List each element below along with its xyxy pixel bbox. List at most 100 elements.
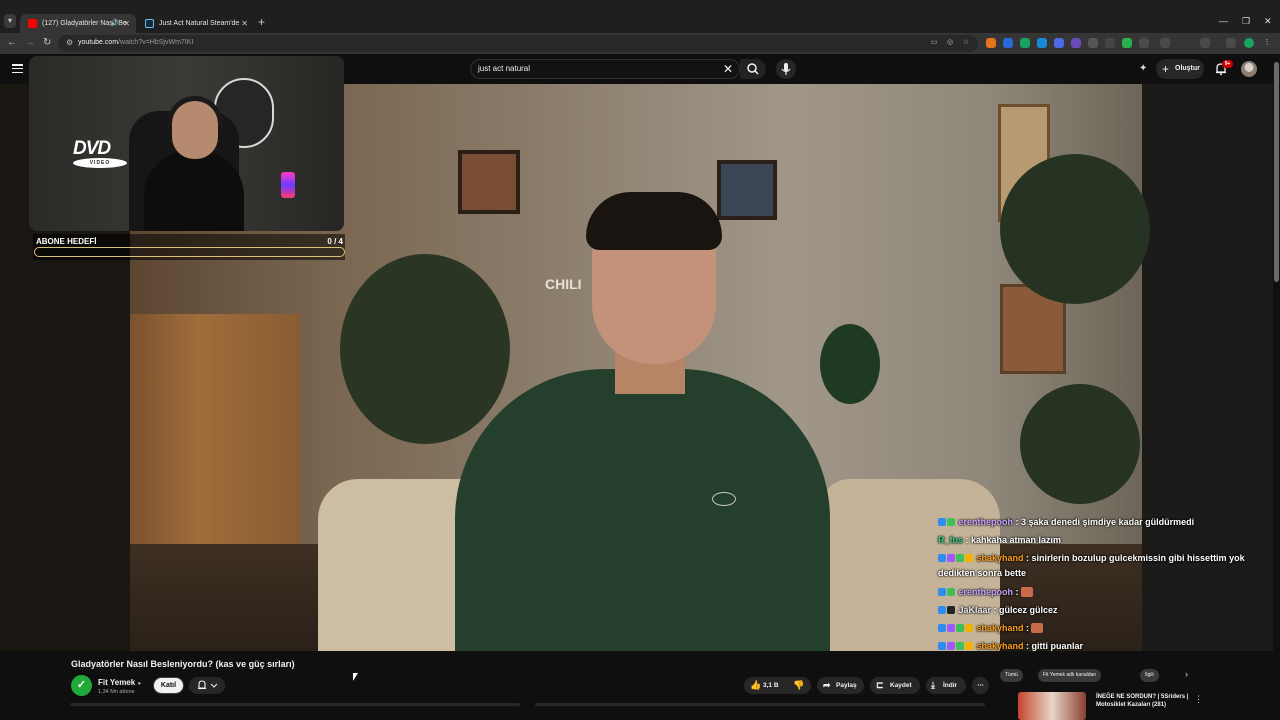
like-count[interactable]: 3,1 B bbox=[763, 677, 779, 694]
window-close-button[interactable]: ✕ bbox=[1264, 14, 1272, 28]
create-button[interactable]: + Oluştur bbox=[1156, 59, 1204, 79]
person-shirt bbox=[455, 369, 830, 651]
goal-progress-bar bbox=[34, 247, 345, 257]
extension-dark-icon[interactable] bbox=[1105, 38, 1115, 48]
tab-search-icon[interactable]: ▾ bbox=[4, 14, 16, 28]
chat-text: : 3 şaka denedi şimdiye kadar güldürmedi bbox=[1013, 517, 1195, 527]
clear-search-icon[interactable]: ✕ bbox=[723, 61, 733, 77]
chat-badge-icon bbox=[938, 518, 946, 526]
theater-mask-icon[interactable]: ✦ bbox=[1139, 63, 1147, 74]
extensions-menu-icon[interactable] bbox=[1200, 38, 1210, 48]
chevron-right-icon[interactable]: › bbox=[1185, 669, 1188, 679]
extension-audio-icon[interactable] bbox=[1003, 38, 1013, 48]
sidebar-icon[interactable] bbox=[1226, 38, 1236, 48]
download-icon: ⤓ bbox=[931, 680, 935, 690]
create-label: Oluştur bbox=[1175, 65, 1200, 72]
chat-badge-icon bbox=[947, 624, 955, 632]
extension-pen-icon[interactable] bbox=[1088, 38, 1098, 48]
save-button[interactable]: ⊏ Kaydet bbox=[870, 677, 920, 694]
chat-message: erenthepooh : 3 şaka denedi şimdiye kada… bbox=[938, 513, 1272, 531]
scrollbar-thumb[interactable] bbox=[1274, 62, 1279, 282]
browser-tab-strip: ▾ (127) Gladyatörler Nasıl Be 🔊 ✕ Just A… bbox=[0, 0, 1280, 33]
site-info-icon[interactable]: ⚙ bbox=[66, 38, 73, 47]
tab-steam[interactable]: Just Act Natural Steam'de ✕ bbox=[137, 14, 254, 33]
tab-close-icon[interactable]: ✕ bbox=[123, 14, 130, 33]
recommended-thumbnail[interactable] bbox=[1018, 692, 1086, 720]
chip-related[interactable]: İlgili bbox=[1140, 669, 1159, 682]
plus-icon: + bbox=[1162, 62, 1170, 76]
recommended-title[interactable]: İNEĞE NE SORDUN? | 5Sriders | Motosiklet… bbox=[1096, 693, 1206, 709]
extension-puzzle-icon[interactable] bbox=[1160, 38, 1170, 48]
chat-username: shakyhand bbox=[974, 623, 1024, 633]
chat-username: JaKlaar bbox=[956, 605, 992, 615]
search-input[interactable]: just act natural ✕ bbox=[470, 59, 740, 79]
search-value: just act natural bbox=[478, 64, 531, 73]
account-avatar[interactable] bbox=[1241, 61, 1257, 77]
download-button[interactable]: ⤓ İndir bbox=[926, 677, 966, 694]
notification-count-badge: 9+ bbox=[1222, 60, 1233, 68]
extension-g-icon[interactable] bbox=[1020, 38, 1030, 48]
tab-title: Just Act Natural Steam'de bbox=[159, 20, 240, 27]
channel-name[interactable]: Fit Yemek ● bbox=[98, 678, 141, 687]
forward-button[interactable]: → bbox=[25, 37, 35, 49]
tab-close-icon[interactable]: ✕ bbox=[241, 14, 248, 33]
voice-search-button[interactable] bbox=[776, 59, 796, 79]
chip-all[interactable]: Tümü bbox=[1000, 669, 1023, 682]
chat-text: : bbox=[1023, 623, 1030, 633]
profile-icon[interactable] bbox=[1244, 38, 1254, 48]
menu-icon[interactable] bbox=[12, 64, 23, 74]
chat-text: : gitti puanlar bbox=[1023, 641, 1084, 651]
steam-favicon-icon bbox=[145, 19, 154, 28]
extension-green-icon[interactable] bbox=[1122, 38, 1132, 48]
extension-translate-icon[interactable] bbox=[1037, 38, 1047, 48]
chat-text: : kahkaha atman lazım bbox=[963, 535, 1062, 545]
restore-button[interactable]: ❐ bbox=[1242, 14, 1250, 28]
browser-menu-icon[interactable]: ⋮ bbox=[1262, 38, 1272, 48]
like-dislike-group: 👍 3,1 B 👎 bbox=[744, 677, 811, 694]
eye-off-icon[interactable]: ◎ bbox=[945, 38, 955, 48]
recommendation-filter-chips: Tümü Fit Yemek adlı kanaldan İlgili › bbox=[1000, 667, 1200, 687]
speaker-icon[interactable]: 🔊 bbox=[110, 14, 119, 33]
channel-avatar[interactable]: ✓ bbox=[71, 675, 92, 696]
chat-emote-icon bbox=[1031, 623, 1044, 633]
chat-username: R_fus bbox=[938, 535, 964, 545]
wall-sign: CHILI bbox=[545, 276, 582, 292]
chat-badge-icon bbox=[956, 642, 964, 650]
bookmark-star-icon[interactable]: ☆ bbox=[961, 38, 971, 48]
extension-c-icon[interactable] bbox=[986, 38, 996, 48]
tab-youtube[interactable]: (127) Gladyatörler Nasıl Be 🔊 ✕ bbox=[20, 14, 136, 33]
back-button[interactable]: ← bbox=[7, 37, 17, 49]
chat-message: shakyhand : bbox=[938, 619, 1272, 637]
youtube-favicon-icon bbox=[28, 19, 37, 28]
extension-info-icon[interactable] bbox=[1139, 38, 1149, 48]
join-button[interactable]: Katıl bbox=[153, 677, 184, 694]
bookmark-icon: ⊏ bbox=[876, 680, 884, 690]
chat-text: : bbox=[1013, 587, 1019, 597]
chat-username: shakyhand bbox=[974, 641, 1024, 651]
more-actions-button[interactable]: ⋯ bbox=[972, 677, 989, 694]
chat-badge-icon bbox=[947, 642, 955, 650]
address-bar[interactable]: ⚙ youtube.com/watch?v=HbSjvWm7IKI ▭ ◎ ☆ bbox=[58, 35, 978, 52]
search-button[interactable] bbox=[740, 59, 766, 79]
share-icon: ➦ bbox=[823, 680, 831, 690]
chat-badge-icon bbox=[947, 554, 955, 562]
reload-button[interactable]: ↻ bbox=[43, 37, 51, 49]
like-icon[interactable]: 👍 bbox=[750, 677, 761, 694]
new-tab-button[interactable]: + bbox=[258, 14, 265, 30]
comment-area-placeholder bbox=[70, 703, 1270, 706]
chat-message: R_fus : kahkaha atman lazım bbox=[938, 531, 1272, 549]
minimize-button[interactable]: — bbox=[1219, 14, 1228, 28]
page-scrollbar[interactable] bbox=[1273, 54, 1280, 720]
chip-from-channel[interactable]: Fit Yemek adlı kanaldan bbox=[1038, 669, 1102, 682]
wall-painting bbox=[717, 160, 777, 220]
search-icon bbox=[747, 63, 759, 75]
dislike-icon[interactable]: 👎 bbox=[793, 677, 804, 694]
chat-text: : gülcez gülcez bbox=[991, 605, 1058, 615]
cast-icon[interactable]: ▭ bbox=[929, 38, 939, 48]
url-text: youtube.com/watch?v=HbSjvWm7IKI bbox=[78, 39, 194, 46]
extension-purple-icon[interactable] bbox=[1071, 38, 1081, 48]
extension-blue-icon[interactable] bbox=[1054, 38, 1064, 48]
share-button[interactable]: ➦ Paylaş bbox=[817, 677, 864, 694]
chat-badge-icon bbox=[956, 624, 964, 632]
subscription-bell-button[interactable] bbox=[189, 677, 225, 694]
